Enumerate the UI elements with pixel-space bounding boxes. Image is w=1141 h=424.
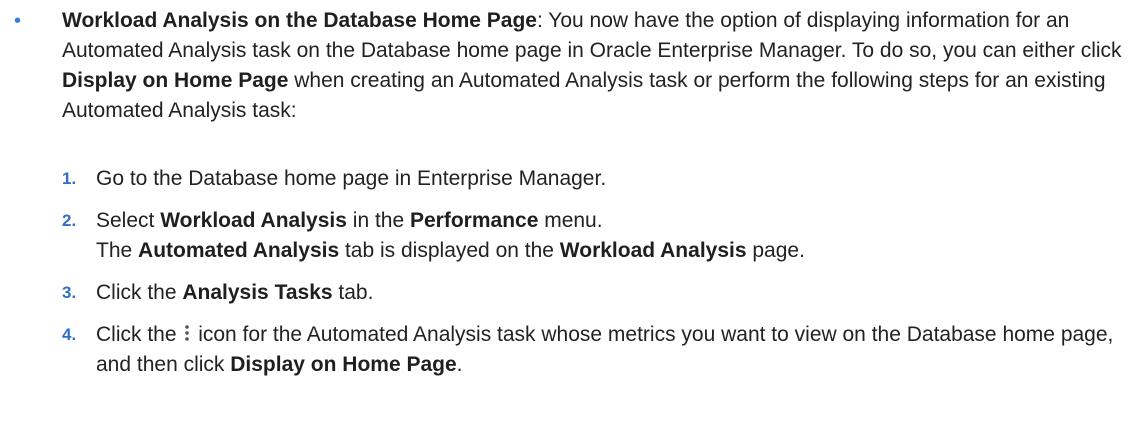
kebab-menu-icon (185, 325, 190, 341)
step-2-line-2: The Automated Analysis tab is displayed … (96, 239, 805, 262)
bullet-dot-icon: • (14, 10, 22, 32)
document: • Workload Analysis on the Database Home… (0, 0, 1141, 424)
step-number: 4. (62, 325, 77, 344)
step-3: 3. Click the Analysis Tasks tab. (62, 278, 1132, 308)
step-number: 1. (62, 169, 77, 188)
step-number: 3. (62, 283, 77, 302)
step-1: 1. Go to the Database home page in Enter… (62, 164, 1132, 194)
step-4: 4. Click the icon for the Automated Anal… (62, 320, 1132, 380)
bullet-paragraph: Workload Analysis on the Database Home P… (62, 9, 1122, 122)
bullet-heading: Workload Analysis on the Database Home P… (62, 9, 537, 32)
step-2-line-1: Select Workload Analysis in the Performa… (96, 209, 603, 232)
steps-list: 1. Go to the Database home page in Enter… (62, 164, 1132, 392)
step-2: 2. Select Workload Analysis in the Perfo… (62, 206, 1132, 266)
step-number: 2. (62, 211, 77, 230)
